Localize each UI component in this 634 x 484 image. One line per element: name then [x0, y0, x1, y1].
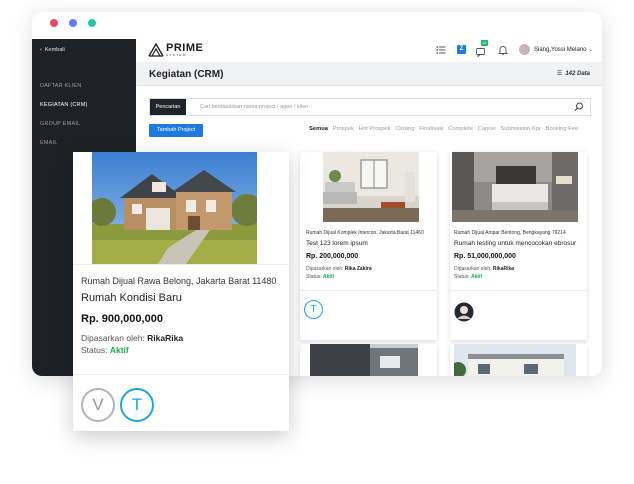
card-title: Rumah testing untuk mencocokan ebrosur	[454, 240, 577, 247]
card-marketed-by: Dipasarkan oleh: RikaRika	[454, 266, 514, 272]
card-title: Rumah Kondisi Baru	[81, 292, 182, 304]
agent-photo-avatar[interactable]	[454, 302, 474, 322]
search-input[interactable]: Cari berdasarkan nama project / agen / k…	[200, 104, 308, 110]
filter-tab-complete[interactable]: Complete	[448, 126, 473, 132]
filter-tab-cancel[interactable]: Cancel	[478, 126, 496, 132]
marketed-by-name: RikaRika	[492, 266, 515, 272]
filter-tab-semua[interactable]: Semua	[309, 126, 328, 132]
user-avatar[interactable]	[519, 44, 530, 55]
top-header: PRIME SYSTEM Z 61 Siang,Yossi Melano ⌄	[136, 39, 602, 62]
status-value: Aktif	[322, 274, 335, 280]
sidebar-item-email[interactable]: EMAIL	[40, 140, 58, 146]
project-card[interactable]: Rumah Dijual Ampar Bentong, Bengkayang 7…	[450, 152, 587, 340]
modern-house-photo	[310, 344, 418, 376]
filter-tab-booking-fee[interactable]: Booking Fee	[546, 126, 579, 132]
project-card[interactable]: Rumah Dijual Komplek Intercon, Jakarta B…	[300, 152, 437, 340]
back-link[interactable]: ‹ Kembali	[40, 47, 65, 53]
filter-tab-closing[interactable]: Closing	[395, 126, 414, 132]
page-title: Kegiatan (CRM)	[149, 69, 224, 80]
card-location: Rumah Dijual Ampar Bentong, Bengkayang 7…	[454, 230, 566, 236]
marketed-by-name: RikaRika	[147, 333, 184, 343]
page-title-bar: Kegiatan (CRM) ☰ 142 Data	[136, 62, 602, 86]
card-divider	[73, 374, 289, 375]
living-room-photo	[323, 152, 419, 222]
project-card[interactable]	[300, 344, 437, 376]
house-photo	[92, 152, 257, 264]
agent-avatar-t[interactable]: T	[120, 388, 154, 422]
search-category-button[interactable]: Pencarian	[150, 99, 186, 115]
message-count-badge: 61	[481, 40, 489, 46]
card-status: Status: Aktif	[454, 274, 482, 280]
chevron-down-icon: ⌄	[588, 47, 594, 53]
logo-mark-icon	[148, 43, 164, 57]
messages-button[interactable]: 61	[476, 40, 489, 58]
back-label: Kembali	[44, 47, 65, 53]
marketed-by-name: Rika Zakira	[344, 266, 372, 272]
chevron-left-icon: ‹	[40, 47, 42, 53]
marketed-by-label: Dipasarkan oleh:	[454, 266, 492, 272]
photo-divider	[73, 264, 289, 265]
marketed-by-label: Dipasarkan oleh:	[306, 266, 344, 272]
prime-system-logo[interactable]: PRIME SYSTEM	[148, 42, 208, 59]
minimize-window-dot[interactable]	[69, 19, 77, 27]
agent-avatar-t[interactable]: T	[304, 300, 323, 319]
card-title: Test 123 lorem ipsum	[306, 240, 368, 247]
list-count-icon: ☰	[556, 71, 563, 77]
card-location: Rumah Dijual Komplek Intercon, Jakarta B…	[306, 230, 424, 236]
maximize-window-dot[interactable]	[88, 19, 96, 27]
featured-project-card[interactable]: Rumah Dijual Rawa Belong, Jakarta Barat …	[73, 152, 289, 431]
data-count-value: 142 Data	[565, 71, 590, 77]
filter-tab-finalisasi[interactable]: Finalisasi	[419, 126, 443, 132]
project-card[interactable]	[450, 344, 587, 376]
status-label: Status:	[81, 345, 108, 355]
user-name: Siang,Yossi Melano	[534, 47, 587, 53]
status-label: Status:	[306, 274, 322, 280]
search-icon[interactable]	[574, 102, 584, 112]
status-label: Status:	[454, 274, 470, 280]
filter-tab-prospek[interactable]: Prospek	[333, 126, 354, 132]
marketed-by-label: Dipasarkan oleh:	[81, 333, 145, 343]
sidebar-item-kegiatan-crm[interactable]: KEGIATAN (CRM)	[40, 102, 88, 108]
chat-icon	[476, 48, 485, 58]
agent-avatar-v[interactable]: V	[81, 388, 115, 422]
card-divider	[300, 290, 437, 291]
status-filter-tabs: Semua Prospek Hot Prospek Closing Finalisasi…	[309, 126, 583, 132]
search-bar: Pencarian Cari berdasarkan nama project …	[149, 98, 591, 116]
status-value: Aktif	[109, 345, 129, 355]
card-marketed-by: Dipasarkan oleh: RikaRika	[81, 333, 183, 343]
status-value: Aktif	[470, 274, 483, 280]
card-location: Rumah Dijual Rawa Belong, Jakarta Barat …	[81, 276, 277, 286]
list-view-icon[interactable]	[436, 45, 446, 55]
filter-tab-hot-prospek[interactable]: Hot Prospek	[359, 126, 391, 132]
z-app-badge[interactable]: Z	[457, 45, 466, 54]
card-price: Rp. 200,000,000	[306, 253, 359, 260]
sidebar-item-daftar-klien[interactable]: DAFTAR KLIEN	[40, 83, 81, 89]
bell-icon[interactable]	[498, 45, 508, 55]
filter-tab-submission-kpr[interactable]: Submission Kpr	[500, 126, 541, 132]
card-status: Status: Aktif	[81, 345, 129, 355]
close-window-dot[interactable]	[50, 19, 58, 27]
window-titlebar	[32, 12, 602, 39]
data-count: ☰ 142 Data	[557, 70, 590, 77]
card-marketed-by: Dipasarkan oleh: Rika Zakira	[306, 266, 372, 272]
card-status: Status: Aktif	[306, 274, 334, 280]
bedroom-photo	[452, 152, 578, 222]
sidebar-item-group-email[interactable]: GROUP EMAIL	[40, 121, 80, 127]
logo-subtext: SYSTEM	[166, 53, 187, 57]
villa-house-photo	[454, 344, 576, 376]
card-price: Rp. 900,000,000	[81, 313, 163, 325]
card-divider	[450, 290, 587, 291]
add-project-button[interactable]: Tambah Project	[149, 124, 203, 137]
user-menu[interactable]: Siang,Yossi Melano ⌄	[534, 46, 593, 53]
card-price: Rp. 51,000,000,000	[454, 253, 516, 260]
